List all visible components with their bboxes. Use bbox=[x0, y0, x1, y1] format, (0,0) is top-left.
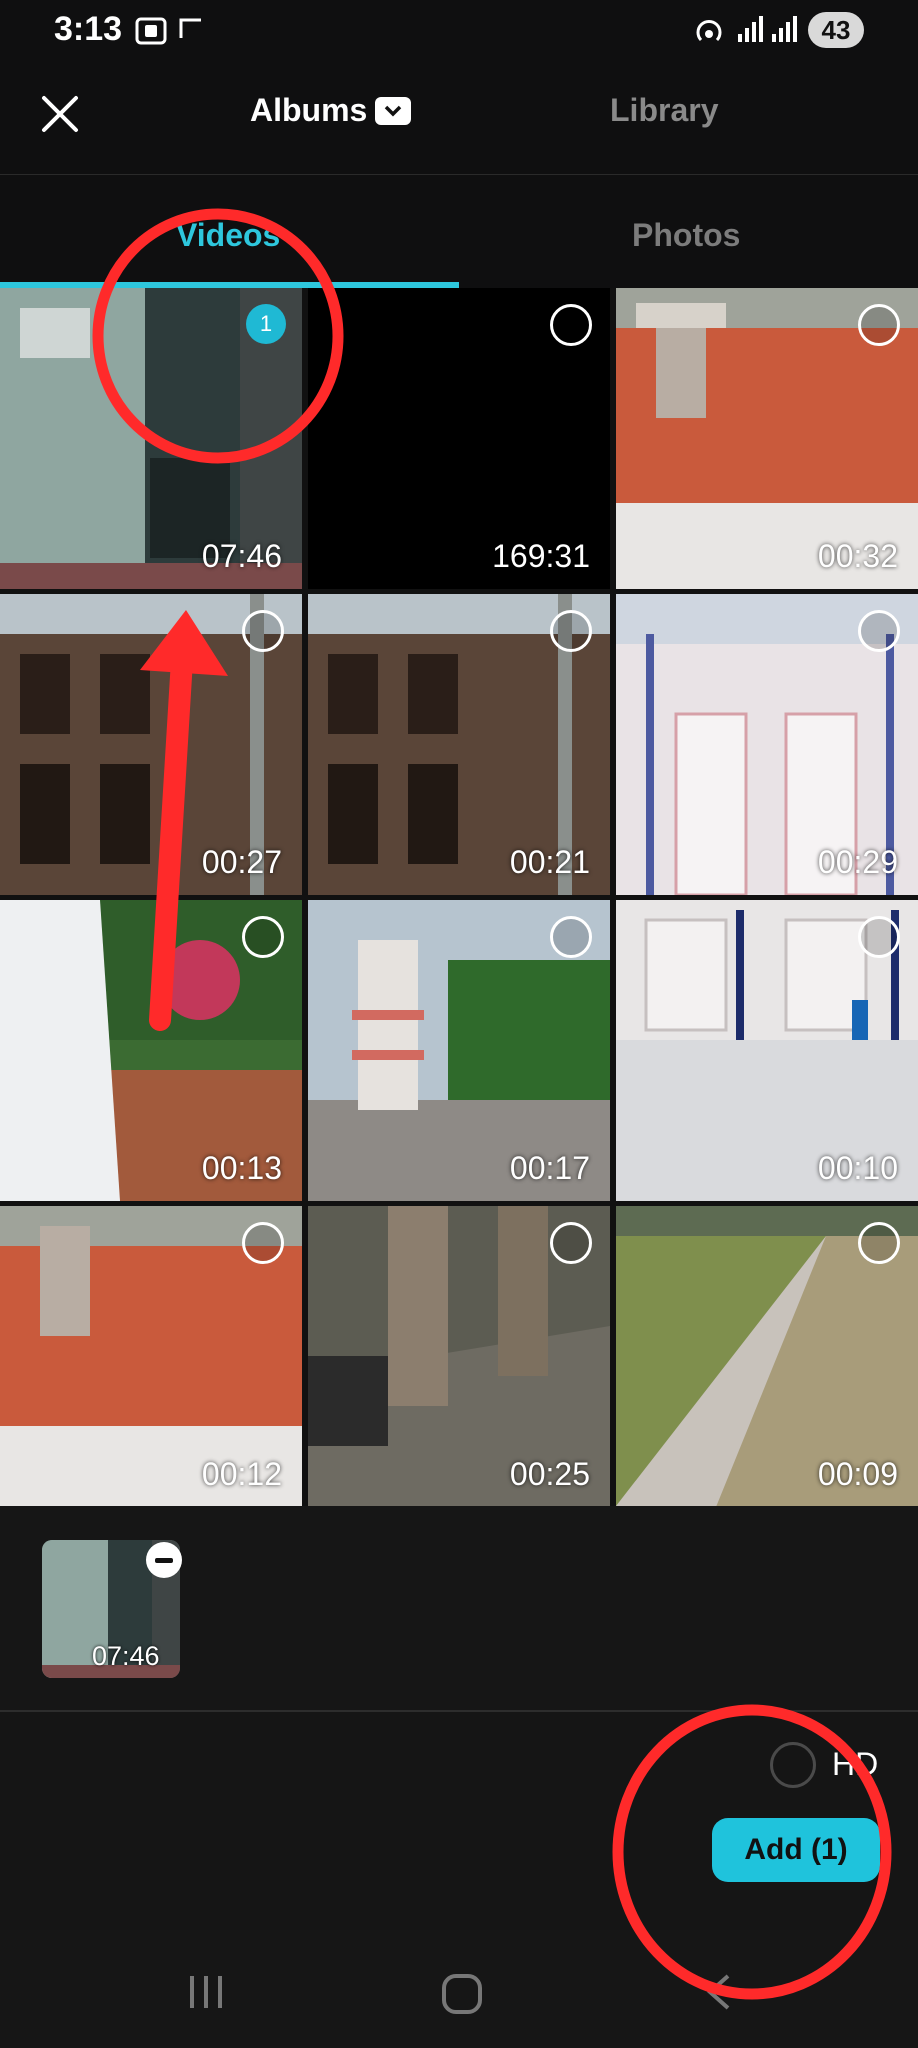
status-time: 3:13 bbox=[54, 10, 123, 48]
status-bar: 3:13 43 bbox=[0, 0, 918, 62]
media-tile[interactable]: 00:09 bbox=[616, 1206, 918, 1507]
select-circle[interactable] bbox=[550, 916, 592, 958]
recent-apps-icon[interactable] bbox=[184, 1970, 228, 2014]
screen-record-icon bbox=[135, 17, 167, 45]
albums-label: Albums bbox=[250, 92, 368, 128]
selection-number-badge: 1 bbox=[246, 304, 286, 344]
video-duration: 00:12 bbox=[201, 1456, 282, 1492]
library-tab[interactable]: Library bbox=[610, 92, 718, 129]
close-icon bbox=[42, 96, 78, 132]
media-tile[interactable]: 00:32 bbox=[616, 288, 918, 589]
home-icon[interactable] bbox=[438, 1970, 486, 2018]
tab-photos[interactable]: Photos bbox=[632, 217, 740, 254]
video-duration: 00:29 bbox=[817, 844, 898, 880]
video-duration: 00:21 bbox=[509, 844, 590, 880]
select-circle[interactable] bbox=[858, 610, 900, 652]
select-circle[interactable] bbox=[242, 1222, 284, 1264]
video-duration: 00:17 bbox=[509, 1150, 590, 1186]
back-icon[interactable] bbox=[700, 1970, 740, 2014]
video-duration: 00:27 bbox=[201, 844, 282, 880]
media-tile[interactable]: 1 07:46 bbox=[0, 288, 302, 589]
remove-selected-button[interactable] bbox=[146, 1542, 182, 1578]
select-circle[interactable] bbox=[242, 916, 284, 958]
hd-label: HD bbox=[832, 1746, 879, 1782]
select-circle[interactable] bbox=[242, 610, 284, 652]
hd-toggle[interactable] bbox=[770, 1742, 816, 1788]
selected-items-tray: 07:46 bbox=[0, 1506, 918, 1712]
close-button[interactable] bbox=[36, 90, 84, 138]
tab-videos[interactable]: Videos bbox=[176, 217, 280, 254]
video-duration: 00:13 bbox=[201, 1150, 282, 1186]
select-circle[interactable] bbox=[550, 610, 592, 652]
media-tile[interactable]: 00:29 bbox=[616, 594, 918, 895]
header: Albums Library bbox=[0, 62, 918, 175]
chevron-down-icon bbox=[375, 96, 412, 125]
media-tile[interactable]: 00:25 bbox=[308, 1206, 610, 1507]
system-nav-bar bbox=[0, 1930, 918, 2048]
select-circle[interactable] bbox=[858, 304, 900, 346]
media-tile[interactable]: 00:21 bbox=[308, 594, 610, 895]
add-button[interactable]: Add (1) bbox=[712, 1818, 880, 1882]
select-circle[interactable] bbox=[550, 304, 592, 346]
select-circle[interactable] bbox=[858, 1222, 900, 1264]
signal-icon bbox=[738, 16, 763, 42]
battery-indicator: 43 bbox=[808, 12, 864, 48]
select-circle[interactable] bbox=[858, 916, 900, 958]
media-tile[interactable]: 00:17 bbox=[308, 900, 610, 1201]
albums-dropdown[interactable]: Albums bbox=[250, 92, 412, 129]
video-duration: 00:32 bbox=[817, 538, 898, 574]
video-duration: 169:31 bbox=[492, 538, 590, 574]
media-type-tabs: Videos Photos bbox=[0, 175, 918, 288]
select-circle[interactable] bbox=[550, 1222, 592, 1264]
signal-icon-2 bbox=[772, 16, 797, 42]
media-tile[interactable]: 00:12 bbox=[0, 1206, 302, 1507]
selected-duration: 07:46 bbox=[92, 1641, 160, 1671]
video-duration: 00:09 bbox=[817, 1456, 898, 1492]
media-tile[interactable]: 00:10 bbox=[616, 900, 918, 1201]
media-tile[interactable]: 00:27 bbox=[0, 594, 302, 895]
video-duration: 07:46 bbox=[201, 538, 282, 574]
hotspot-icon bbox=[696, 20, 722, 42]
notification-icon bbox=[179, 18, 201, 38]
minus-icon bbox=[155, 1557, 173, 1563]
video-duration: 00:25 bbox=[509, 1456, 590, 1492]
media-tile[interactable]: 169:31 bbox=[308, 288, 610, 589]
media-tile[interactable]: 00:13 bbox=[0, 900, 302, 1201]
media-grid: 1 07:46 169:31 00:32 00:27 00:21 00:29 0… bbox=[0, 288, 918, 1507]
video-duration: 00:10 bbox=[817, 1150, 898, 1186]
